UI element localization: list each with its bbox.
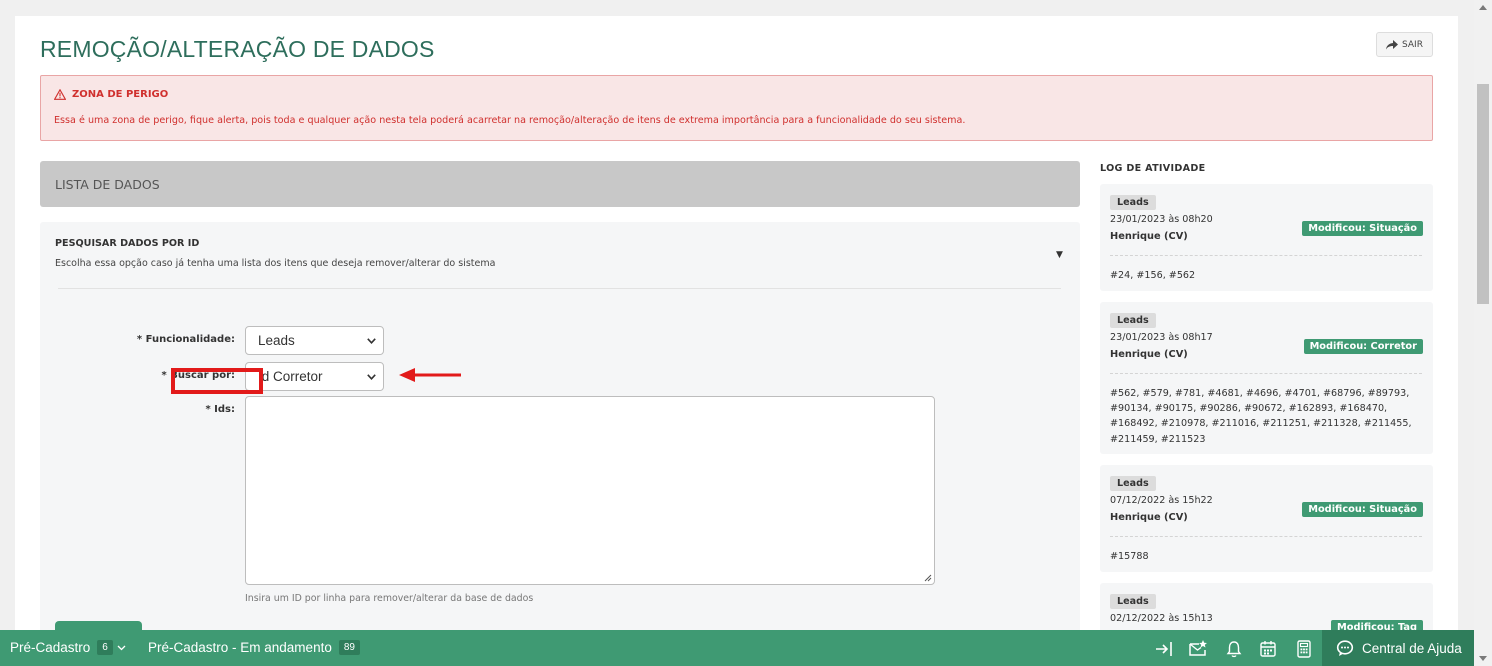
log-entry-action-badge: Modificou: Situação [1302, 221, 1423, 236]
log-entry-date: 02/12/2022 às 15h13 [1110, 613, 1213, 624]
chevron-down-icon [367, 338, 376, 344]
divider [1110, 255, 1422, 256]
bell-icon[interactable] [1224, 639, 1244, 659]
exit-button[interactable]: SAIR [1376, 32, 1433, 57]
log-entry: Leads 23/01/2023 às 08h20 Henrique (CV) … [1100, 184, 1433, 291]
funcionalidade-label: * Funcionalidade: [136, 334, 235, 345]
funcionalidade-select-value: Leads [258, 333, 295, 348]
annotation-highlight-box [171, 368, 263, 394]
log-entry-tag: Leads [1110, 313, 1156, 328]
calculator-icon[interactable] [1294, 639, 1314, 659]
pre-cadastro-em-andamento-button[interactable]: Pré-Cadastro - Em andamento 89 [148, 640, 360, 655]
log-entry: Leads 07/12/2022 às 15h22 Henrique (CV) … [1100, 465, 1433, 572]
log-entry-tag: Leads [1110, 195, 1156, 210]
log-entry: Leads 23/01/2023 às 08h17 Henrique (CV) … [1100, 302, 1433, 454]
search-by-id-panel: PESQUISAR DADOS POR ID Escolha essa opçã… [40, 222, 1080, 666]
page-title: REMOÇÃO/ALTERAÇÃO DE DADOS [40, 36, 435, 62]
chevron-down-icon [367, 374, 376, 380]
danger-alert-text: Essa é uma zona de perigo, fique alerta,… [54, 115, 966, 126]
log-entry-action-badge: Modificou: Situação [1302, 502, 1423, 517]
buscar-por-select-value: Id Corretor [258, 369, 323, 384]
data-list-header-label: LISTA DE DADOS [55, 177, 160, 192]
log-entry-user: Henrique (CV) [1110, 512, 1188, 523]
log-entry-ids: #24, #156, #562 [1110, 270, 1196, 281]
annotation-arrow-icon [399, 368, 461, 382]
exit-button-label: SAIR [1402, 39, 1423, 50]
search-panel-title: PESQUISAR DADOS POR ID [55, 238, 200, 249]
log-entry-date: 23/01/2023 às 08h20 [1110, 214, 1213, 225]
danger-alert-title: ZONA DE PERIGO [54, 89, 168, 100]
ids-label: * Ids: [205, 404, 235, 415]
warning-icon [54, 89, 66, 100]
message-star-icon[interactable] [1188, 639, 1208, 659]
calendar-icon[interactable] [1258, 639, 1278, 659]
vertical-scrollbar[interactable] [1474, 0, 1492, 666]
chat-bubble-icon [1336, 640, 1354, 656]
log-entry-action-badge: Modificou: Corretor [1303, 339, 1423, 354]
pre-cadastro-count: 6 [97, 640, 113, 655]
main-page: REMOÇÃO/ALTERAÇÃO DE DADOS SAIR ZONA DE … [15, 16, 1458, 666]
log-entry-user: Henrique (CV) [1110, 231, 1188, 242]
scrollbar-thumb[interactable] [1477, 84, 1489, 304]
resize-handle-icon[interactable] [924, 574, 932, 582]
log-entry-tag: Leads [1110, 476, 1156, 491]
collapse-caret-icon[interactable]: ▼ [1056, 250, 1063, 260]
log-entry-tag: Leads [1110, 594, 1156, 609]
search-panel-description: Escolha essa opção caso já tenha uma lis… [55, 258, 496, 269]
log-entry-ids: #15788 [1110, 551, 1149, 562]
scroll-down-arrow-icon[interactable] [1479, 656, 1487, 661]
divider [1110, 373, 1422, 374]
login-arrow-icon[interactable] [1154, 639, 1174, 659]
divider [58, 288, 1061, 289]
share-arrow-icon [1386, 39, 1399, 49]
scroll-up-arrow-icon[interactable] [1479, 5, 1487, 10]
ids-textarea[interactable] [245, 396, 935, 585]
pre-cadastro-button[interactable]: Pré-Cadastro 6 [10, 640, 126, 655]
help-center-button[interactable]: Central de Ajuda [1322, 630, 1474, 666]
pre-cadastro-label: Pré-Cadastro [10, 640, 91, 655]
buscar-por-select[interactable]: Id Corretor [245, 362, 384, 391]
bottom-taskbar: Pré-Cadastro 6 Pré-Cadastro - Em andamen… [0, 630, 1474, 666]
funcionalidade-select[interactable]: Leads [245, 326, 384, 355]
log-entry-user: Henrique (CV) [1110, 349, 1188, 360]
chevron-down-icon [117, 645, 126, 650]
pre-cadastro-em-andamento-label: Pré-Cadastro - Em andamento [148, 640, 332, 655]
pre-cadastro-em-andamento-count: 89 [338, 640, 360, 655]
data-list-header[interactable]: LISTA DE DADOS [40, 161, 1080, 207]
log-entry-ids: #562, #579, #781, #4681, #4696, #4701, #… [1110, 388, 1412, 445]
danger-alert: ZONA DE PERIGO Essa é uma zona de perigo… [40, 75, 1433, 141]
danger-title-text: ZONA DE PERIGO [72, 89, 169, 100]
activity-log-title: LOG DE ATIVIDADE [1100, 163, 1206, 174]
log-entry-date: 07/12/2022 às 15h22 [1110, 495, 1213, 506]
log-entry-date: 23/01/2023 às 08h17 [1110, 332, 1213, 343]
help-center-label: Central de Ajuda [1362, 640, 1462, 656]
divider [1110, 536, 1422, 537]
ids-hint: Insira um ID por linha para remover/alte… [245, 593, 534, 604]
